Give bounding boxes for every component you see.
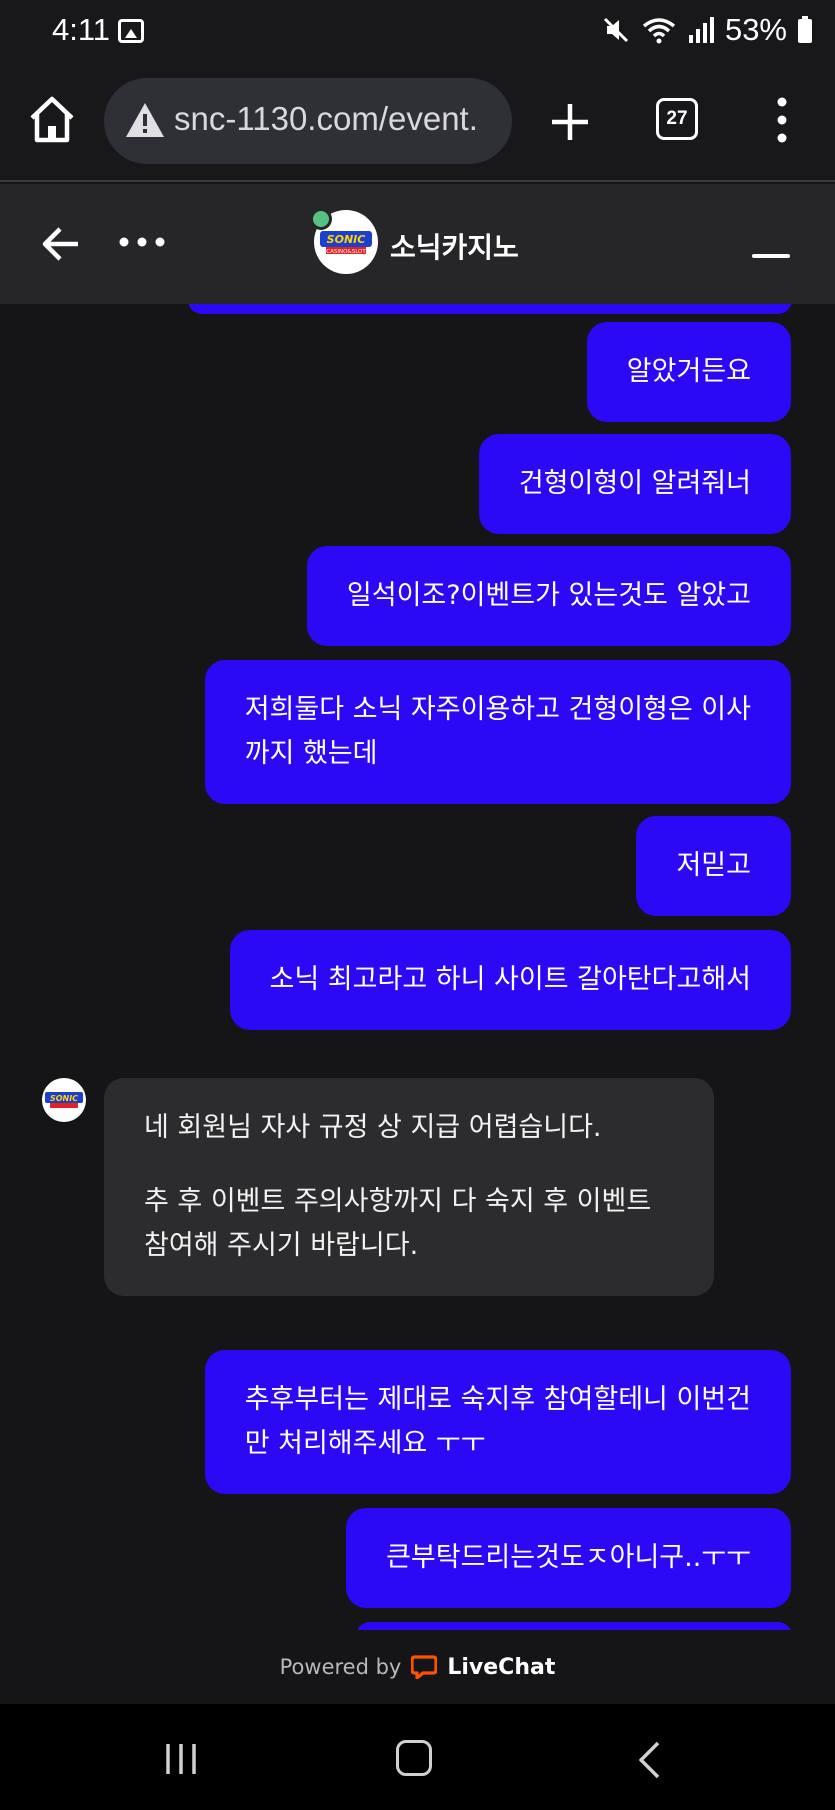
powered-by-text: Powered by	[279, 1655, 402, 1679]
more-vertical-icon[interactable]	[772, 96, 792, 144]
address-bar[interactable]: snc-1130.com/event.	[104, 78, 512, 164]
browser-toolbar: snc-1130.com/event. 27	[0, 64, 835, 182]
message-list[interactable]: 알았거든요 건형이형이 알려줘너 일석이조?이벤트가 있는것도 알았고 저희둘다…	[0, 304, 835, 1630]
agent-message-avatar: SONIC	[42, 1078, 86, 1122]
user-message: 추후부터는 제대로 숙지후 참여할테니 이번건 만 처리해주세요 ㅜㅜ	[204, 1350, 791, 1494]
status-bar: 4:11 53%	[0, 0, 835, 64]
agent-message: 네 회원님 자사 규정 상 지급 어렵습니다. 추 후 이벤트 주의사항까지 다…	[104, 1078, 714, 1296]
message-line: 큰부탁드리는것도ㅈ아니구..ㅜㅜ	[386, 1542, 751, 1573]
message-line: 소닉 최고라고 하니 사이트 갈아탄다고해서	[269, 964, 751, 995]
chat-header: SONIC CASINO&SLOT 소닉카지노	[0, 184, 835, 304]
message-line: 저희둘다 소닉 자주이용하고 건형이형은 이사	[244, 694, 751, 725]
svg-text:CASINO&SLOT: CASINO&SLOT	[326, 249, 366, 255]
message-line: 만 처리해주세요 ㅜㅜ	[244, 1428, 486, 1459]
message-paragraph: 추 후 이벤트 주의사항까지 다 숙지 후 이벤트 참여해 주시기 바랍니다.	[144, 1186, 652, 1261]
user-message: 저믿고	[636, 816, 791, 916]
warning-icon[interactable]	[124, 100, 166, 140]
agent-name: 소닉카지노	[390, 231, 519, 264]
svg-text:SONIC: SONIC	[50, 1094, 78, 1103]
user-message: 큰부탁드리는것도ㅈ아니구..ㅜㅜ	[346, 1508, 791, 1608]
status-right: 53%	[601, 12, 813, 48]
wifi-icon	[642, 18, 676, 44]
message-line: 저믿고	[676, 850, 751, 881]
user-message: 소닉 최고라고 하니 사이트 갈아탄다고해서	[229, 930, 791, 1030]
home-icon[interactable]	[28, 94, 76, 146]
message-line: 일석이조?이벤트가 있는것도 알았고	[346, 580, 751, 611]
livechat-brand: LiveChat	[447, 1654, 556, 1680]
signal-icon	[688, 17, 714, 43]
mute-icon	[603, 17, 629, 43]
minimize-button[interactable]	[752, 254, 790, 258]
sonic-logo-icon: SONIC	[45, 1092, 83, 1108]
back-nav-icon[interactable]	[636, 1740, 662, 1780]
battery-icon	[798, 16, 812, 43]
message-bubble-partial	[188, 304, 792, 314]
status-time: 4:11	[52, 12, 111, 47]
system-nav-bar	[0, 1704, 835, 1810]
user-message: 저희둘다 소닉 자주이용하고 건형이형은 이사 까지 했는데	[204, 660, 791, 804]
message-line: 건형이형이 알려줘너	[518, 468, 751, 499]
url-text[interactable]: snc-1130.com/event.	[174, 100, 478, 138]
more-horizontal-icon[interactable]	[118, 234, 166, 250]
tab-switcher-button[interactable]: 27	[656, 98, 698, 140]
message-bubble-partial	[356, 1622, 792, 1630]
recent-apps-icon[interactable]	[164, 1742, 198, 1776]
home-nav-icon[interactable]	[396, 1740, 432, 1776]
message-line: 까지 했는데	[244, 738, 378, 769]
powered-by-footer[interactable]: Powered by LiveChat	[0, 1630, 835, 1704]
online-status-dot	[310, 208, 332, 230]
arrow-left-icon[interactable]	[40, 222, 84, 266]
user-message: 건형이형이 알려줘너	[478, 434, 791, 534]
livechat-logo-icon	[411, 1655, 438, 1679]
user-message: 알았거든요	[586, 322, 791, 422]
gallery-icon	[118, 19, 144, 43]
svg-text:SONIC: SONIC	[327, 233, 366, 246]
plus-icon[interactable]	[548, 100, 592, 144]
sonic-logo-icon: SONIC CASINO&SLOT	[320, 231, 372, 255]
battery-percent: 53%	[724, 12, 787, 47]
user-message: 일석이조?이벤트가 있는것도 알았고	[306, 546, 791, 646]
message-paragraph: 네 회원님 자사 규정 상 지급 어렵습니다.	[144, 1112, 602, 1143]
message-line: 추후부터는 제대로 숙지후 참여할테니 이번건	[244, 1384, 751, 1415]
message-line: 알았거든요	[626, 356, 751, 387]
